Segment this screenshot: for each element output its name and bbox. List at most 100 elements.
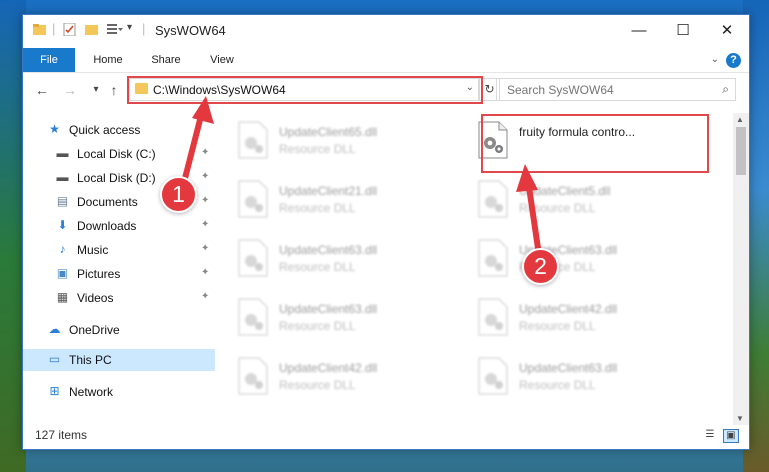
file-item[interactable]: UpdateClient5.dll Resource DLL	[469, 176, 699, 224]
dll-file-icon	[478, 357, 508, 395]
navigation-bar: ← → ▾ ↑ C:\Windows\SysWOW64 ⌄ ↻ ⌕	[23, 75, 749, 107]
sidebar-item-label: Local Disk (D:)	[77, 171, 156, 185]
sidebar-item-local-disk-c[interactable]: ▬ Local Disk (C:) ✦	[23, 143, 215, 165]
pin-icon: ✦	[201, 147, 210, 158]
sidebar-item-label: Videos	[77, 291, 114, 305]
sidebar-item-label: Quick access	[69, 123, 141, 137]
sidebar-item-label: Local Disk (C:)	[77, 147, 156, 161]
file-name: UpdateClient65.dll	[279, 125, 378, 139]
file-type: Resource DLL	[279, 201, 356, 215]
file-type: Resource DLL	[519, 319, 596, 333]
toolbar-separator: |	[52, 21, 56, 36]
file-name: UpdateClient42.dll	[519, 302, 618, 316]
vertical-scrollbar[interactable]: ▲ ▼	[733, 113, 749, 425]
tab-home[interactable]: Home	[83, 48, 133, 72]
documents-icon: ▤	[56, 194, 69, 208]
file-item[interactable]: UpdateClient63.dll Resource DLL	[229, 235, 459, 283]
expand-ribbon-icon[interactable]: ⌄	[711, 54, 719, 65]
dll-file-icon	[478, 239, 508, 277]
file-type: Resource DLL	[279, 319, 356, 333]
sidebar-item-quick-access[interactable]: ★ Quick access	[23, 119, 215, 141]
chevron-down-icon[interactable]: ▾	[127, 22, 132, 33]
pin-icon: ✦	[201, 219, 210, 230]
music-icon: ♪	[59, 242, 66, 256]
forward-arrow-icon[interactable]: →	[61, 82, 79, 98]
file-name: UpdateClient63.dll	[519, 361, 618, 375]
file-item[interactable]: UpdateClient63.dll Resource DLL	[469, 235, 699, 283]
file-type: Resource DLL	[279, 378, 356, 392]
customize-toolbar-icon[interactable]	[107, 23, 123, 36]
dll-file-icon	[238, 239, 268, 277]
download-icon: ⬇	[57, 218, 68, 232]
maximize-button[interactable]: ☐	[661, 15, 705, 45]
file-highlight-box	[481, 114, 709, 173]
sidebar-item-onedrive[interactable]: ☁ OneDrive	[23, 319, 215, 341]
sidebar-item-pictures[interactable]: ▣ Pictures ✦	[23, 263, 215, 285]
file-name: UpdateClient63.dll	[279, 243, 378, 257]
search-box[interactable]: ⌕	[496, 78, 736, 101]
tab-share[interactable]: Share	[141, 48, 191, 72]
file-type: Resource DLL	[519, 378, 596, 392]
file-name: UpdateClient42.dll	[279, 361, 378, 375]
item-count: 127 items	[35, 428, 88, 442]
drive-icon: ▬	[56, 170, 69, 184]
file-item[interactable]: UpdateClient65.dll Resource DLL	[229, 117, 459, 165]
sidebar-item-network[interactable]: ⊞ Network	[23, 381, 215, 403]
tab-view[interactable]: View	[199, 48, 245, 72]
sidebar-item-label: Network	[69, 385, 114, 399]
dll-file-icon	[238, 121, 268, 159]
computer-icon: ▭	[48, 352, 61, 366]
videos-icon: ▦	[56, 290, 69, 304]
help-icon[interactable]: ?	[726, 53, 741, 68]
dll-file-icon	[238, 180, 268, 218]
sidebar-item-label: Downloads	[77, 219, 137, 233]
scroll-up-icon[interactable]: ▲	[736, 115, 744, 124]
sidebar-item-label: Documents	[77, 195, 138, 209]
title-bar: | ▾ | SysWOW64 — ☐ ✕	[23, 15, 749, 45]
file-type: Resource DLL	[519, 201, 596, 215]
pin-icon: ✦	[201, 243, 210, 254]
new-folder-icon[interactable]	[85, 23, 98, 36]
sidebar-item-downloads[interactable]: ⬇ Downloads ✦	[23, 215, 215, 237]
pin-icon: ✦	[201, 171, 210, 182]
sidebar-item-videos[interactable]: ▦ Videos ✦	[23, 287, 215, 309]
up-arrow-icon[interactable]: ↑	[105, 82, 123, 98]
dll-file-icon	[478, 180, 508, 218]
properties-icon[interactable]	[63, 23, 76, 36]
pin-icon: ✦	[201, 291, 210, 302]
file-item[interactable]: UpdateClient63.dll Resource DLL	[469, 353, 699, 401]
file-item[interactable]: UpdateClient42.dll Resource DLL	[229, 353, 459, 401]
sidebar-item-this-pc[interactable]: ▭ This PC	[23, 349, 215, 371]
file-item[interactable]: UpdateClient63.dll Resource DLL	[229, 294, 459, 342]
close-button[interactable]: ✕	[705, 15, 749, 45]
pin-icon: ✦	[201, 195, 210, 206]
scrollbar-thumb[interactable]	[736, 127, 746, 175]
dll-file-icon	[238, 357, 268, 395]
file-item[interactable]: UpdateClient42.dll Resource DLL	[469, 294, 699, 342]
details-view-icon[interactable]: ☰	[703, 429, 717, 441]
pin-icon: ✦	[201, 267, 210, 278]
status-bar: 127 items ☰ ▣	[23, 421, 749, 449]
file-item[interactable]: UpdateClient21.dll Resource DLL	[229, 176, 459, 224]
sidebar-item-label: OneDrive	[69, 323, 120, 337]
sidebar-item-label: Pictures	[77, 267, 121, 281]
navigation-pane: ★ Quick access ▬ Local Disk (C:) ✦ ▬ Loc…	[23, 115, 215, 425]
folder-icon	[33, 24, 46, 35]
window-title: SysWOW64	[155, 23, 226, 38]
file-name: UpdateClient63.dll	[279, 302, 378, 316]
file-name: UpdateClient21.dll	[279, 184, 378, 198]
explorer-window: | ▾ | SysWOW64 — ☐ ✕ File Home Share Vie…	[22, 14, 750, 450]
recent-locations-icon[interactable]: ▾	[87, 84, 105, 95]
sidebar-item-label: Music	[77, 243, 109, 257]
back-arrow-icon[interactable]: ←	[33, 82, 51, 98]
file-type: Resource DLL	[279, 142, 356, 156]
minimize-button[interactable]: —	[617, 15, 661, 45]
network-icon: ⊞	[49, 384, 60, 398]
drive-icon: ▬	[56, 146, 69, 160]
ribbon-tabs: File Home Share View ⌄ ?	[23, 48, 749, 73]
large-icons-view-icon[interactable]: ▣	[723, 429, 739, 443]
sidebar-item-music[interactable]: ♪ Music ✦	[23, 239, 215, 261]
toolbar-separator: |	[142, 21, 146, 36]
search-input[interactable]	[505, 82, 709, 98]
tab-file[interactable]: File	[23, 48, 75, 72]
